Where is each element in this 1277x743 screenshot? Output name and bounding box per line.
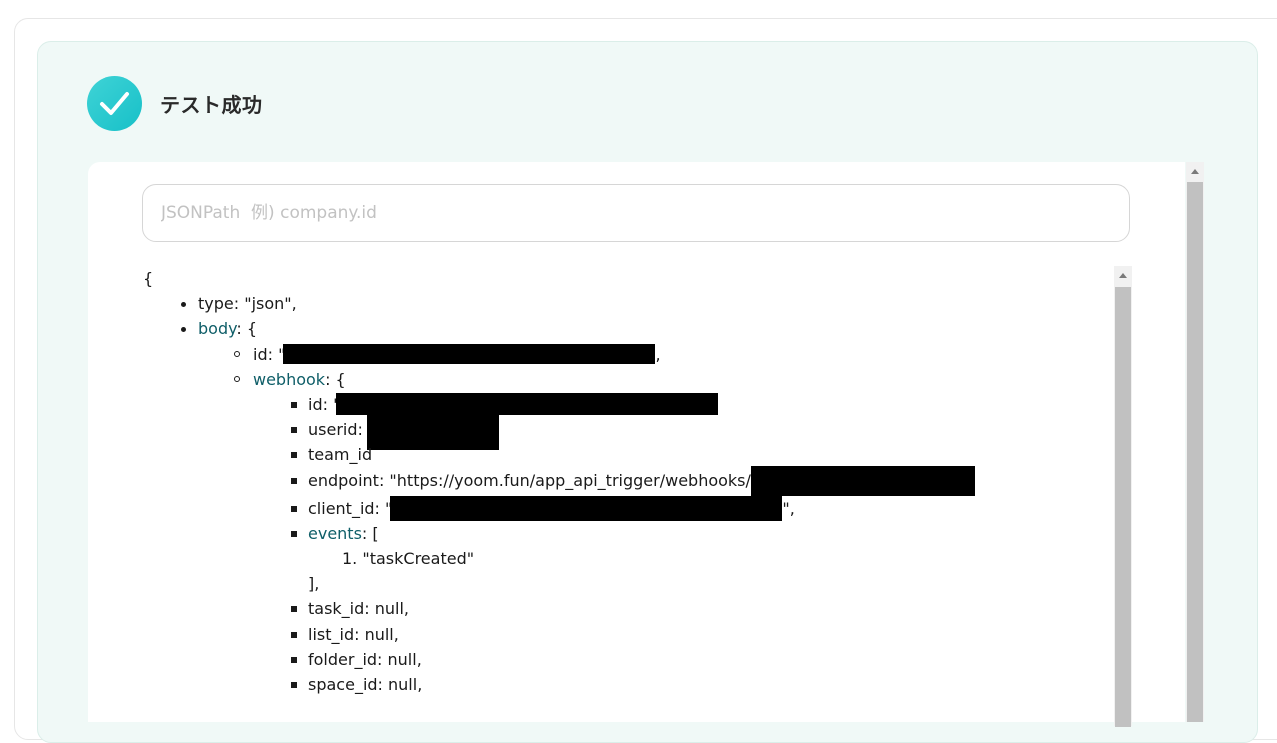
json-entry-webhook: webhook: { id: " userid: " team_id endpo…: [198, 367, 1113, 697]
jsonpath-search-input[interactable]: [142, 184, 1130, 242]
redacted-block: [750, 465, 975, 496]
events-close: ],: [308, 574, 320, 594]
json-entry-folder-id: folder_id: null,: [253, 647, 1113, 672]
json-entry-userid: userid: ": [253, 404, 1113, 451]
scroll-thumb[interactable]: [1115, 287, 1131, 727]
json-entry-client-id: client_id: " ",: [253, 495, 1113, 521]
outer-scrollbar[interactable]: [1186, 162, 1204, 722]
scroll-up-arrow-icon[interactable]: [1186, 164, 1204, 180]
status-title: テスト成功: [160, 93, 263, 117]
json-entry-space-id: space_id: null,: [253, 672, 1113, 697]
json-entry-endpoint: endpoint: "https://yoom.fun/app_api_trig…: [253, 465, 1113, 496]
scroll-thumb[interactable]: [1187, 182, 1203, 722]
json-entry-list-id: list_id: null,: [253, 622, 1113, 647]
json-entry-events: events: [ 1. "taskCreated" ],: [253, 521, 1113, 597]
body-list: id: ", webhook: { id: " userid: " team_i…: [198, 342, 1113, 698]
scroll-up-arrow-icon[interactable]: [1114, 268, 1132, 284]
json-entry-type: type: "json",: [143, 291, 1113, 316]
json-open-brace: {: [143, 269, 154, 288]
redacted-block: [283, 343, 656, 364]
json-entry-body-id: id: ",: [198, 342, 1113, 367]
events-list: 1. "taskCreated": [308, 546, 1113, 571]
webhook-list: id: " userid: " team_id endpoint: "https…: [253, 392, 1113, 697]
json-scrollbar[interactable]: [1114, 266, 1132, 727]
json-entry-team-id: team_id: [253, 442, 1113, 467]
json-entry-body: body: { id: ", webhook: { id: " userid: …: [143, 316, 1113, 697]
events-key[interactable]: events: [308, 524, 362, 543]
json-entry-task-id: task_id: null,: [253, 596, 1113, 621]
body-key[interactable]: body: [198, 319, 236, 338]
json-tree: { type: "json", body: { id: ", webhook: …: [143, 266, 1113, 697]
check-icon: [87, 76, 142, 131]
events-item: 1. "taskCreated": [342, 549, 475, 569]
redacted-block: [390, 495, 783, 521]
json-root-list: type: "json", body: { id: ", webhook: { …: [143, 291, 1113, 697]
webhook-key[interactable]: webhook: [253, 370, 325, 389]
